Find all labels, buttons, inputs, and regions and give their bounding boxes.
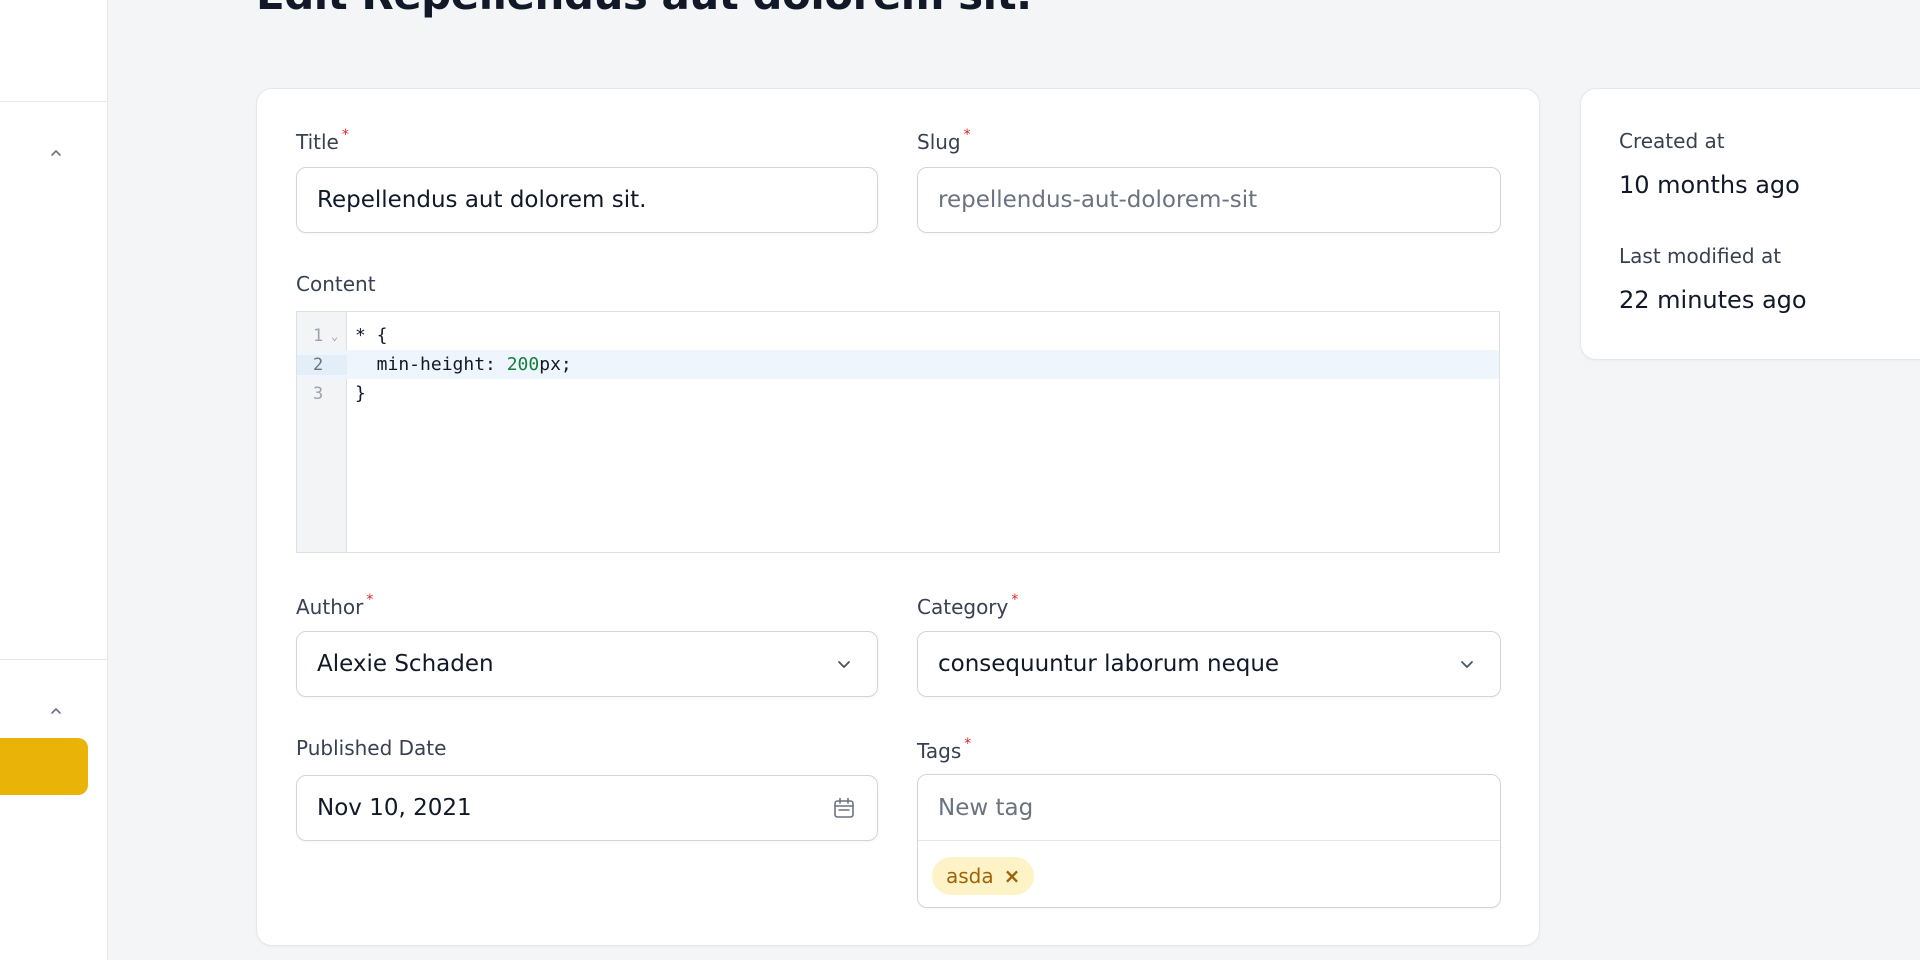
- slug-label: Slug *: [917, 127, 971, 154]
- author-select[interactable]: Alexie Schaden: [296, 631, 878, 697]
- content-label: Content: [296, 272, 376, 296]
- sidebar-divider: [0, 101, 108, 102]
- tag-chip: asda ×: [932, 857, 1035, 895]
- last-modified-label: Last modified at: [1619, 244, 1782, 268]
- editor-line-active: 2 min-height: 200px;: [297, 350, 1499, 379]
- calendar-icon[interactable]: [831, 795, 857, 821]
- new-tag-input[interactable]: New tag: [918, 775, 1500, 841]
- created-at-value: 10 months ago: [1619, 171, 1800, 199]
- fold-chevron-icon[interactable]: ⌄: [331, 329, 338, 343]
- title-input[interactable]: Repellendus aut dolorem sit.: [296, 167, 878, 233]
- sidebar-item-active[interactable]: [0, 738, 88, 795]
- sidebar-divider: [0, 659, 108, 660]
- tag-chip-label: asda: [946, 864, 994, 888]
- chevron-down-icon: [838, 661, 850, 668]
- remove-tag-icon[interactable]: ×: [1004, 864, 1021, 888]
- page-title: Edit Repellendus aut dolorem sit.: [256, 0, 1032, 19]
- code-editor[interactable]: 1 ⌄ * { 2 min-height: 200px; 3 }: [296, 311, 1500, 553]
- last-modified-value: 22 minutes ago: [1619, 286, 1807, 314]
- published-date-label: Published Date: [296, 736, 447, 760]
- sidebar: [0, 0, 108, 960]
- tags-label: Tags *: [917, 736, 972, 763]
- chevron-up-icon[interactable]: [49, 146, 63, 160]
- created-at-label: Created at: [1619, 129, 1725, 153]
- category-label: Category *: [917, 592, 1019, 619]
- published-date-input[interactable]: Nov 10, 2021: [296, 775, 878, 841]
- chevron-up-icon[interactable]: [49, 704, 63, 718]
- chevron-down-icon: [1461, 661, 1473, 668]
- meta-card: Created at 10 months ago Last modified a…: [1580, 88, 1920, 360]
- tags-field: New tag asda ×: [917, 774, 1501, 908]
- title-label: Title *: [296, 127, 349, 154]
- editor-line: 3 }: [313, 383, 366, 404]
- editor-line: 1 ⌄ * {: [313, 325, 388, 346]
- category-select[interactable]: consequuntur laborum neque: [917, 631, 1501, 697]
- author-label: Author *: [296, 592, 374, 619]
- slug-input[interactable]: repellendus-aut-dolorem-sit: [917, 167, 1501, 233]
